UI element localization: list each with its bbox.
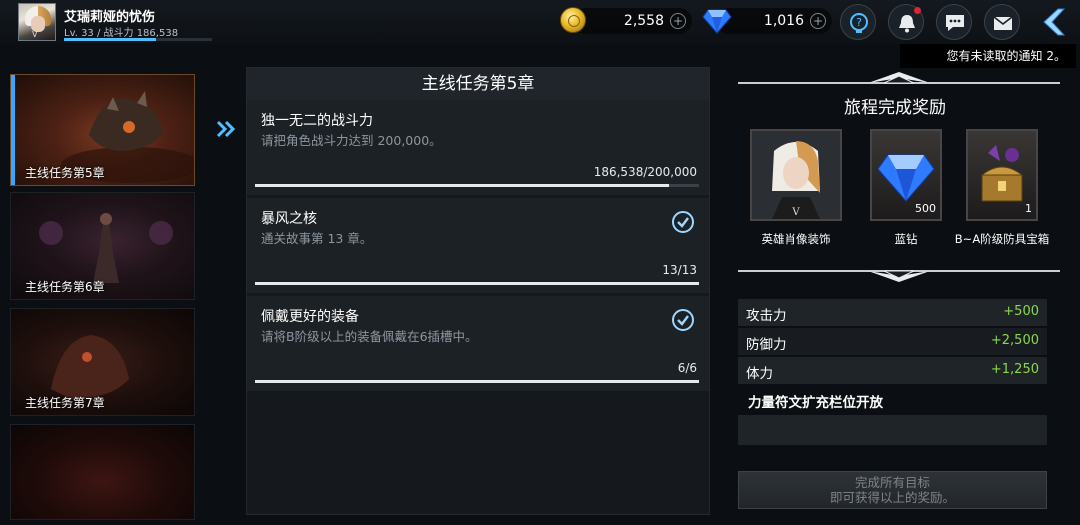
chat-button[interactable] xyxy=(936,4,972,40)
ornament-divider xyxy=(738,72,1060,84)
bell-icon xyxy=(899,15,915,33)
reward-panel: 旅程完成奖励 V 英雄肖像装饰 500 蓝钻 1 B~A阶级防具宝箱 攻击力 +… xyxy=(720,67,1070,515)
stat-row-attack: 攻击力 +500 xyxy=(738,299,1047,326)
stat-value: +500 xyxy=(1003,304,1039,319)
task-title: 暴风之核 xyxy=(261,211,317,227)
gem-counter: 1,016 + xyxy=(716,8,832,34)
task-progress-bar xyxy=(255,380,699,383)
add-gold-button[interactable]: + xyxy=(670,13,686,29)
blue-diamond-icon xyxy=(702,9,732,34)
mail-icon xyxy=(993,16,1013,30)
reward-quantity: 500 xyxy=(915,202,936,215)
task-description: 请把角色战斗力达到 200,000。 xyxy=(261,133,442,148)
svg-text:?: ? xyxy=(856,16,862,29)
mission-title: 主线任务第5章 xyxy=(247,68,709,100)
xp-bar xyxy=(64,38,212,41)
reward-name: 蓝钻 xyxy=(894,232,918,246)
stat-value: +1,250 xyxy=(990,362,1039,377)
gem-amount: 1,016 xyxy=(763,13,804,29)
reward-quantity: 1 xyxy=(1025,202,1032,215)
back-button[interactable] xyxy=(1036,6,1072,38)
reward-item-armor-chest[interactable]: 1 xyxy=(966,129,1038,221)
claim-reward-button[interactable]: 完成所有目标 即可获得以上的奖励。 xyxy=(738,471,1047,509)
help-button[interactable]: ? xyxy=(840,4,876,40)
gold-counter: 2,558 + xyxy=(572,8,692,34)
notification-banner[interactable]: 您有未读取的通知 2。 xyxy=(900,44,1076,68)
reward-name: 英雄肖像装饰 xyxy=(761,232,831,246)
task-progress-text: 13/13 xyxy=(662,263,697,277)
mission-panel: 主线任务第5章 独一无二的战斗力 请把角色战斗力达到 200,000。 186,… xyxy=(246,67,710,515)
chapter-item-6[interactable]: 主线任务第6章 xyxy=(10,192,195,300)
ornament-divider xyxy=(738,270,1060,282)
task-progress-bar xyxy=(255,282,699,285)
stat-row-stamina: 体力 +1,250 xyxy=(738,357,1047,384)
reward-name: B~A阶级防具宝箱 xyxy=(954,232,1050,246)
task-progress-text: 6/6 xyxy=(677,361,697,375)
player-level-power: Lv. 33 / 战斗力 186,538 xyxy=(64,28,179,39)
notification-button[interactable] xyxy=(888,4,924,40)
unread-dot xyxy=(914,7,921,14)
reward-title: 旅程完成奖励 xyxy=(844,98,946,118)
claim-button-label: 完成所有目标 即可获得以上的奖励。 xyxy=(829,475,955,505)
svg-text:V: V xyxy=(791,207,800,218)
hero-portrait-icon: V xyxy=(752,131,840,219)
task-title: 独一无二的战斗力 xyxy=(261,113,373,129)
player-name: 艾瑞莉娅的忧伤 xyxy=(64,10,156,25)
mail-button[interactable] xyxy=(984,4,1020,40)
top-bar: V 艾瑞莉娅的忧伤 Lv. 33 / 战斗力 186,538 2,558 + 1… xyxy=(0,0,1080,44)
double-chevron-right-icon xyxy=(216,120,236,138)
task-description: 通关故事第 13 章。 xyxy=(261,231,373,246)
task-item[interactable]: 佩戴更好的装备 请将B阶级以上的装备佩戴在6插槽中。 6/6 xyxy=(247,296,709,391)
check-circle-icon xyxy=(672,309,694,331)
reward-item-hero-portrait[interactable]: V xyxy=(750,129,842,221)
stat-name: 防御力 xyxy=(746,337,787,353)
task-progress-bar xyxy=(255,184,699,187)
gold-coin-icon xyxy=(560,7,586,33)
task-description: 请将B阶级以上的装备佩戴在6插槽中。 xyxy=(261,329,478,344)
chapter-item-7[interactable]: 主线任务第7章 xyxy=(10,308,195,416)
stat-value: +2,500 xyxy=(990,333,1039,348)
stat-row-defense: 防御力 +2,500 xyxy=(738,328,1047,355)
chapter-label: 主线任务第5章 xyxy=(25,166,105,180)
add-gem-button[interactable]: + xyxy=(810,13,826,29)
task-item[interactable]: 暴风之核 通关故事第 13 章。 13/13 xyxy=(247,198,709,293)
task-title: 佩戴更好的装备 xyxy=(261,309,359,325)
chapter-label: 主线任务第7章 xyxy=(25,396,105,410)
stat-name: 攻击力 xyxy=(746,308,787,324)
rune-slot-unlock-text: 力量符文扩充栏位开放 xyxy=(748,395,883,411)
chapter-item-8[interactable] xyxy=(10,424,195,520)
task-item[interactable]: 独一无二的战斗力 请把角色战斗力达到 200,000。 186,538/200,… xyxy=(247,100,709,195)
rank-label: V xyxy=(32,30,38,39)
check-circle-icon xyxy=(672,211,694,233)
player-avatar[interactable]: V xyxy=(18,3,56,41)
back-icon xyxy=(1043,8,1066,36)
unlock-row xyxy=(738,415,1047,445)
active-chapter-indicator xyxy=(11,75,15,185)
chat-icon xyxy=(946,15,964,31)
task-progress-text: 186,538/200,000 xyxy=(593,165,697,179)
chapter-item-5[interactable]: 主线任务第5章 xyxy=(10,74,195,186)
chapter-label: 主线任务第6章 xyxy=(25,280,105,294)
stat-name: 体力 xyxy=(746,366,773,382)
gold-amount: 2,558 xyxy=(623,13,664,29)
help-icon: ? xyxy=(850,13,868,33)
reward-item-blue-diamond[interactable]: 500 xyxy=(870,129,942,221)
